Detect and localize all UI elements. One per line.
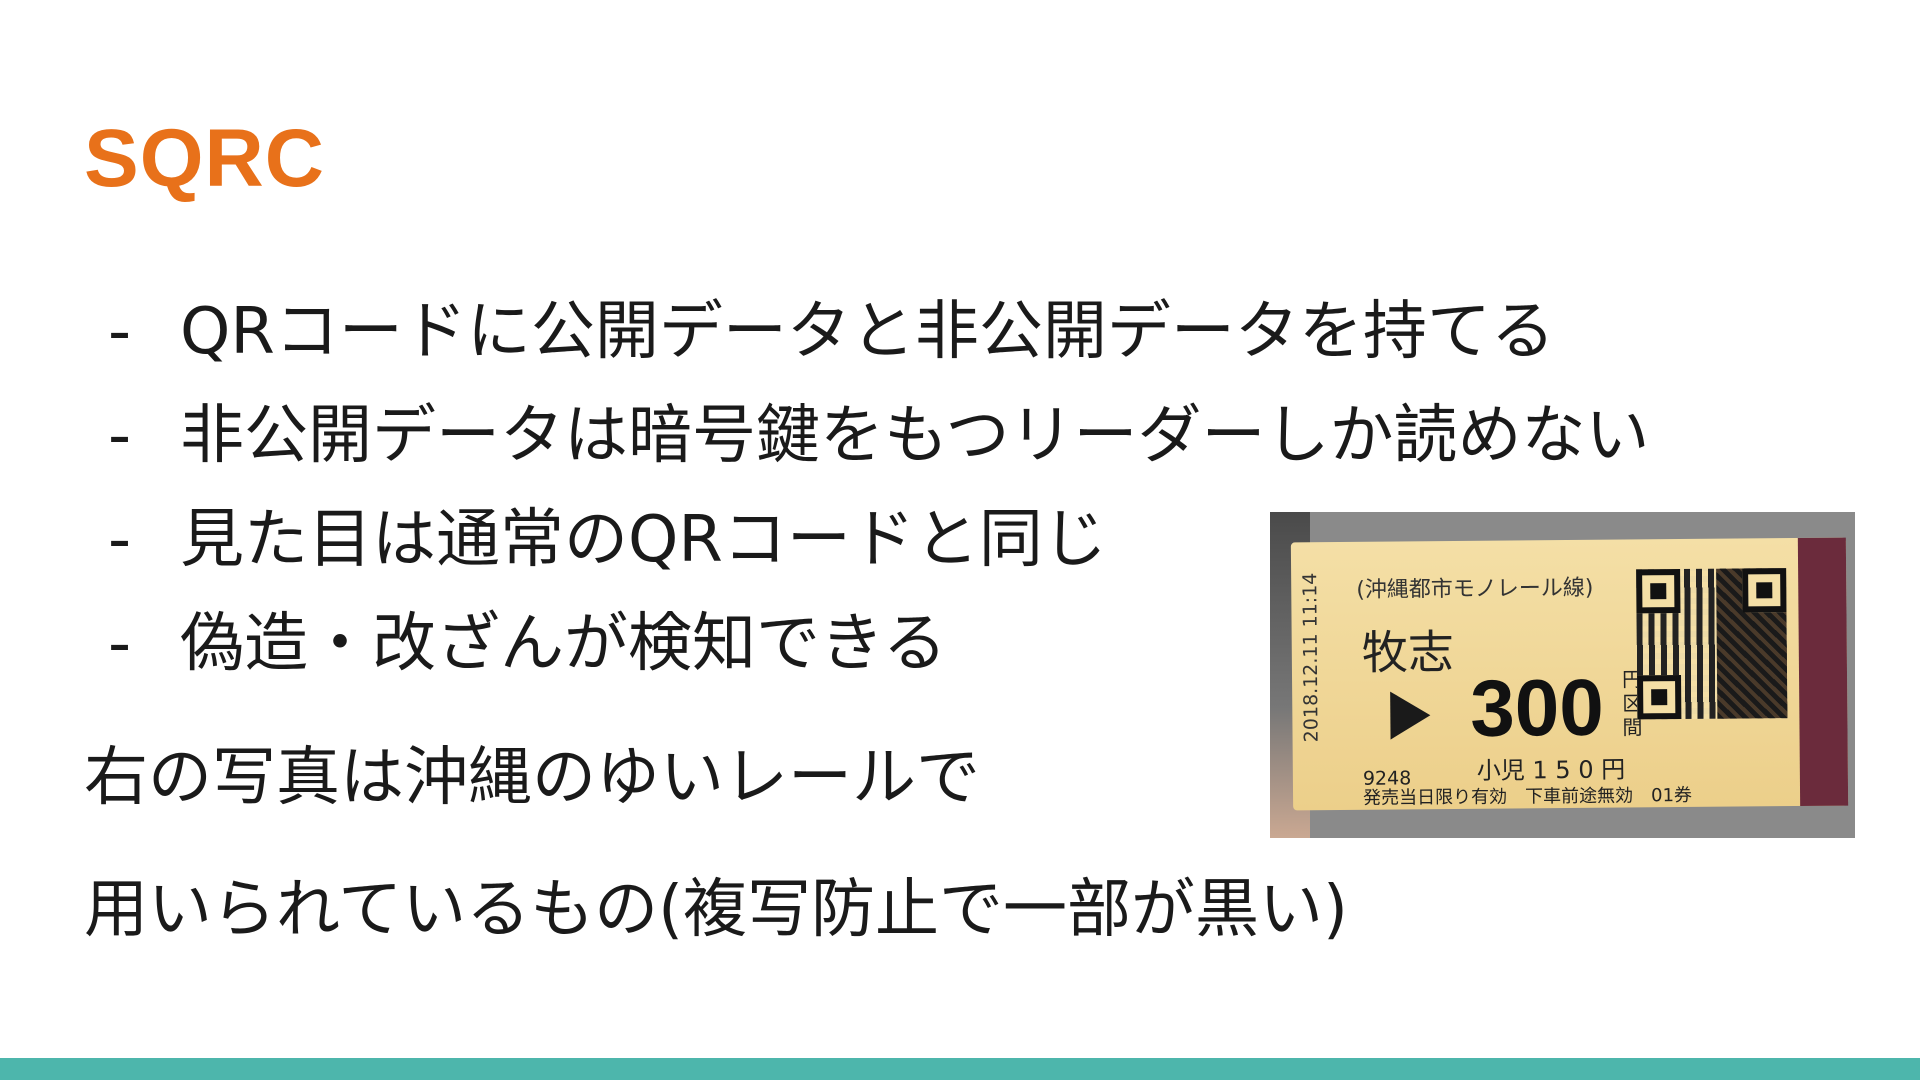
qr-finder-pattern	[1636, 569, 1681, 614]
bullet-text: 見た目は通常のQRコードと同じ	[180, 503, 1107, 577]
bullet-text: QRコードに公開データと非公開データを持てる	[180, 295, 1555, 369]
bullet-item: - QRコードに公開データと非公開データを持てる	[108, 292, 1649, 396]
ticket-station: 牧志	[1361, 625, 1455, 680]
ticket-photo: (沖縄都市モノレール線) 2018.12.11 11:14 牧志 300 円区間…	[1270, 512, 1855, 838]
ticket-date: 2018.12.11 11:14	[1299, 572, 1323, 743]
footer-bar	[0, 1058, 1920, 1080]
ticket-fare: 300	[1469, 662, 1605, 753]
bullet-marker: -	[108, 295, 132, 369]
qr-finder-pattern	[1742, 568, 1787, 613]
slide-title: SQRC	[84, 113, 325, 204]
bullet-marker: -	[108, 503, 132, 577]
bullet-text: 偽造・改ざんが検知できる	[180, 607, 947, 681]
ticket-child-fare: 小児 1 5 0 円	[1476, 755, 1626, 785]
caption-line-2: 用いられているもの(複写防止で一部が黒い)	[84, 873, 1349, 947]
bullet-item: - 非公開データは暗号鍵をもつリーダーしか読めない	[108, 396, 1649, 500]
ticket-arrow-icon	[1390, 691, 1431, 740]
bullet-text: 非公開データは暗号鍵をもつリーダーしか読めない	[180, 399, 1650, 473]
qr-finder-pattern	[1637, 675, 1682, 720]
bullet-marker: -	[108, 607, 132, 681]
caption-line-1: 右の写真は沖縄のゆいレールで	[84, 741, 980, 815]
bullet-marker: -	[108, 399, 132, 473]
ticket-line-name: (沖縄都市モノレール線)	[1356, 575, 1594, 603]
ticket: (沖縄都市モノレール線) 2018.12.11 11:14 牧志 300 円区間…	[1290, 537, 1849, 811]
ticket-stripe	[1797, 537, 1849, 806]
sqrc-code-icon	[1636, 568, 1788, 720]
ticket-footer: 発売当日限り有効 下車前途無効 01券	[1362, 784, 1693, 809]
